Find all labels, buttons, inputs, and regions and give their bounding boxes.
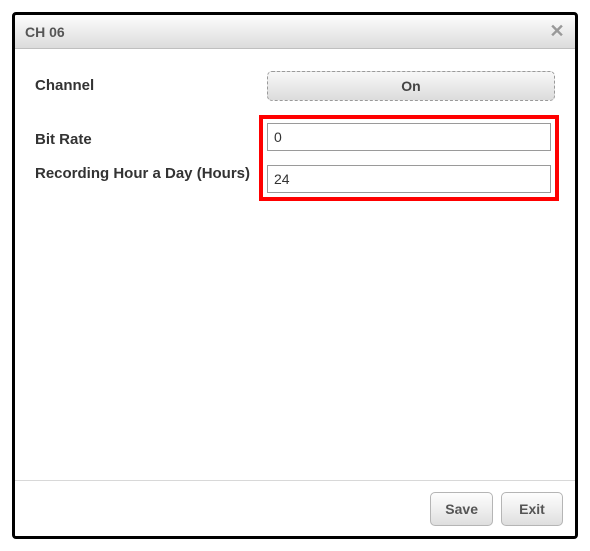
page-wrapper: CH 06 ✕ Channel On Bit Rate Recording Ho… bbox=[0, 0, 590, 551]
highlight-box bbox=[259, 115, 559, 201]
channel-toggle-button[interactable]: On bbox=[267, 71, 555, 101]
row-channel: Channel On bbox=[35, 71, 555, 101]
exit-button[interactable]: Exit bbox=[501, 492, 563, 526]
dialog-content: Channel On Bit Rate Recording Hour a Day… bbox=[15, 49, 575, 480]
label-bitrate: Bit Rate bbox=[35, 127, 263, 165]
row-inputs: Bit Rate Recording Hour a Day (Hours) bbox=[35, 121, 555, 201]
titlebar: CH 06 ✕ bbox=[15, 15, 575, 49]
recording-hours-input[interactable] bbox=[267, 165, 551, 193]
label-channel: Channel bbox=[35, 71, 267, 94]
dialog: CH 06 ✕ Channel On Bit Rate Recording Ho… bbox=[12, 12, 578, 539]
save-button[interactable]: Save bbox=[430, 492, 493, 526]
dialog-title: CH 06 bbox=[25, 24, 547, 40]
label-recording: Recording Hour a Day (Hours) bbox=[35, 165, 263, 184]
bitrate-input[interactable] bbox=[267, 123, 551, 151]
labels-stack: Bit Rate Recording Hour a Day (Hours) bbox=[35, 121, 263, 184]
close-icon[interactable]: ✕ bbox=[547, 22, 567, 42]
control-channel: On bbox=[267, 71, 555, 101]
control-inputs bbox=[263, 121, 555, 201]
dialog-footer: Save Exit bbox=[15, 480, 575, 536]
